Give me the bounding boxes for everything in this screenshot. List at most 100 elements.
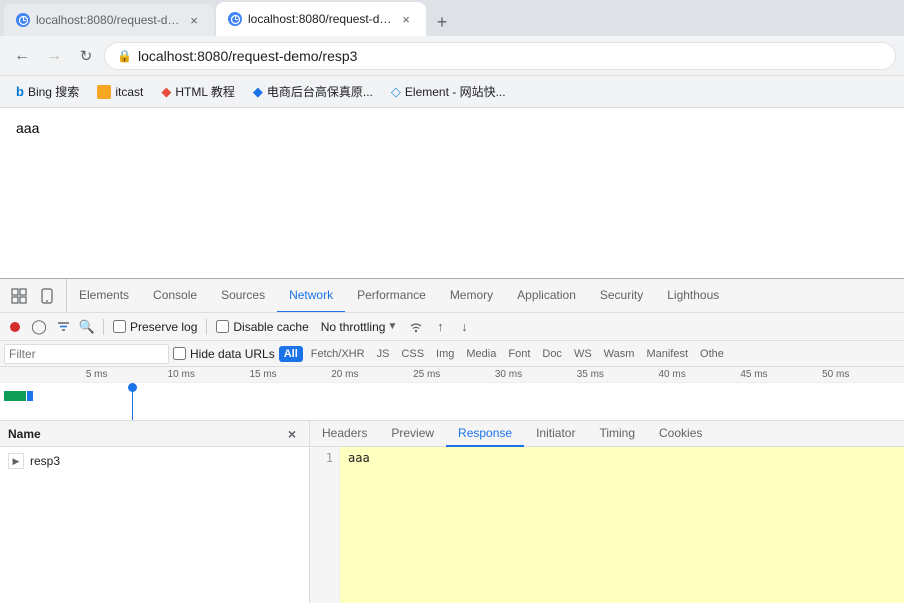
bottom-panel: Name × ▶ resp3 Headers Preview Response xyxy=(0,421,904,603)
tick-4: 20 ms xyxy=(331,369,413,380)
reload-button[interactable]: ↻ xyxy=(72,42,100,70)
filter-ws[interactable]: WS xyxy=(570,347,596,361)
tab-lighthouse[interactable]: Lighthous xyxy=(655,279,731,313)
device-icon[interactable] xyxy=(34,283,60,309)
tab-application[interactable]: Application xyxy=(505,279,588,313)
detail-tab-response[interactable]: Response xyxy=(446,421,524,447)
url-text: localhost:8080/request-demo/resp3 xyxy=(138,48,357,64)
bookmark-itcast[interactable]: itcast xyxy=(89,82,151,102)
tab-favicon-2 xyxy=(228,12,242,26)
toolbar-sep-1 xyxy=(103,319,104,335)
download-button[interactable]: ↓ xyxy=(453,316,475,338)
bookmark-html[interactable]: ◆ HTML 教程 xyxy=(153,80,243,103)
page-text: aaa xyxy=(16,120,39,136)
filter-input[interactable] xyxy=(4,344,169,364)
bookmark-element-label: Element - 网站快... xyxy=(405,83,506,100)
element-icon: ◇ xyxy=(391,84,401,100)
network-waterfall-bar xyxy=(4,391,33,401)
bookmarks-bar: b Bing 搜索 itcast ◆ HTML 教程 ◆ 电商后台高保真原...… xyxy=(0,76,904,108)
tab-bar: localhost:8080/request-demo/ × localhost… xyxy=(0,0,904,36)
tab-security[interactable]: Security xyxy=(588,279,655,313)
tab-title-2: localhost:8080/request-demo/ xyxy=(248,12,392,26)
filter-button[interactable] xyxy=(52,316,74,338)
timeline-content xyxy=(0,383,904,421)
preserve-log-checkbox-label[interactable]: Preserve log xyxy=(109,320,201,334)
preserve-log-checkbox[interactable] xyxy=(113,320,126,333)
tab-console[interactable]: Console xyxy=(141,279,209,313)
all-filter-badge[interactable]: All xyxy=(279,346,303,362)
timeline-area: 5 ms 10 ms 15 ms 20 ms 25 ms 30 ms 35 ms… xyxy=(0,367,904,421)
throttle-select[interactable]: No throttling ▼ xyxy=(315,318,404,336)
hide-data-urls-label[interactable]: Hide data URLs xyxy=(173,347,275,361)
filter-img[interactable]: Img xyxy=(432,347,458,361)
tick-5: 25 ms xyxy=(413,369,495,380)
tab-sources[interactable]: Sources xyxy=(209,279,277,313)
tick-3: 15 ms xyxy=(249,369,331,380)
bing-icon: b xyxy=(16,84,24,99)
bar-green xyxy=(4,391,26,401)
detail-panel: Headers Preview Response Initiator Timin… xyxy=(310,421,904,603)
detail-tab-headers[interactable]: Headers xyxy=(310,421,379,447)
response-text-content: aaa xyxy=(340,447,904,603)
filter-manifest[interactable]: Manifest xyxy=(642,347,692,361)
throttle-dropdown-icon: ▼ xyxy=(387,321,397,332)
page-content: aaa xyxy=(0,108,904,278)
wifi-icon[interactable] xyxy=(405,316,427,338)
detail-tab-initiator[interactable]: Initiator xyxy=(524,421,587,447)
line-numbers: 1 xyxy=(310,447,340,603)
disable-cache-checkbox[interactable] xyxy=(216,320,229,333)
detail-tab-cookies[interactable]: Cookies xyxy=(647,421,714,447)
itcast-icon xyxy=(97,85,111,99)
tab-performance[interactable]: Performance xyxy=(345,279,438,313)
filter-font[interactable]: Font xyxy=(504,347,534,361)
file-row-resp3[interactable]: ▶ resp3 xyxy=(0,447,309,475)
filter-other[interactable]: Othe xyxy=(696,347,728,361)
file-icon-resp3: ▶ xyxy=(8,453,24,469)
tab-active[interactable]: localhost:8080/request-demo/ × xyxy=(216,2,426,36)
tab-elements[interactable]: Elements xyxy=(67,279,141,313)
detail-tab-bar: Headers Preview Response Initiator Timin… xyxy=(310,421,904,447)
inspect-icon[interactable] xyxy=(6,283,32,309)
bar-blue xyxy=(27,391,33,401)
filter-media[interactable]: Media xyxy=(462,347,500,361)
tab-title-1: localhost:8080/request-demo/ xyxy=(36,13,180,27)
tick-2: 10 ms xyxy=(168,369,250,380)
back-button[interactable]: ← xyxy=(8,42,36,70)
upload-button[interactable]: ↑ xyxy=(429,316,451,338)
name-panel-close[interactable]: × xyxy=(283,425,301,443)
forward-button[interactable]: → xyxy=(40,42,68,70)
file-name-resp3: resp3 xyxy=(30,454,60,468)
detail-tab-timing[interactable]: Timing xyxy=(587,421,647,447)
bookmark-bing[interactable]: b Bing 搜索 xyxy=(8,80,87,103)
tab-memory[interactable]: Memory xyxy=(438,279,505,313)
search-button[interactable]: 🔍 xyxy=(76,316,98,338)
bookmark-itcast-label: itcast xyxy=(115,85,143,99)
detail-tab-preview[interactable]: Preview xyxy=(379,421,446,447)
tick-6: 30 ms xyxy=(495,369,577,380)
disable-cache-checkbox-label[interactable]: Disable cache xyxy=(212,320,312,334)
address-bar[interactable]: 🔒 localhost:8080/request-demo/resp3 xyxy=(104,42,896,70)
filter-fetch-xhr[interactable]: Fetch/XHR xyxy=(307,347,369,361)
filter-js[interactable]: JS xyxy=(373,347,394,361)
bookmark-html-label: HTML 教程 xyxy=(175,83,235,100)
tab-favicon-1 xyxy=(16,13,30,27)
filter-wasm[interactable]: Wasm xyxy=(600,347,639,361)
devtools-tab-bar: Elements Console Sources Network Perform… xyxy=(0,279,904,313)
tab-network[interactable]: Network xyxy=(277,279,345,313)
stop-button[interactable]: ◯ xyxy=(28,316,50,338)
response-text-value: aaa xyxy=(348,451,370,465)
tab-close-2[interactable]: × xyxy=(398,11,414,27)
tab-close-1[interactable]: × xyxy=(186,12,202,28)
tab-inactive[interactable]: localhost:8080/request-demo/ × xyxy=(4,4,214,36)
new-tab-button[interactable]: + xyxy=(428,8,456,36)
hide-data-urls-checkbox[interactable] xyxy=(173,347,186,360)
browser-chrome: localhost:8080/request-demo/ × localhost… xyxy=(0,0,904,108)
bookmark-ecommerce[interactable]: ◆ 电商后台高保真原... xyxy=(245,80,381,103)
html-icon: ◆ xyxy=(161,84,171,100)
ecommerce-icon: ◆ xyxy=(253,84,263,100)
throttle-label: No throttling xyxy=(321,320,386,334)
filter-doc[interactable]: Doc xyxy=(538,347,566,361)
record-button[interactable] xyxy=(4,316,26,338)
filter-css[interactable]: CSS xyxy=(397,347,428,361)
bookmark-element[interactable]: ◇ Element - 网站快... xyxy=(383,80,514,103)
